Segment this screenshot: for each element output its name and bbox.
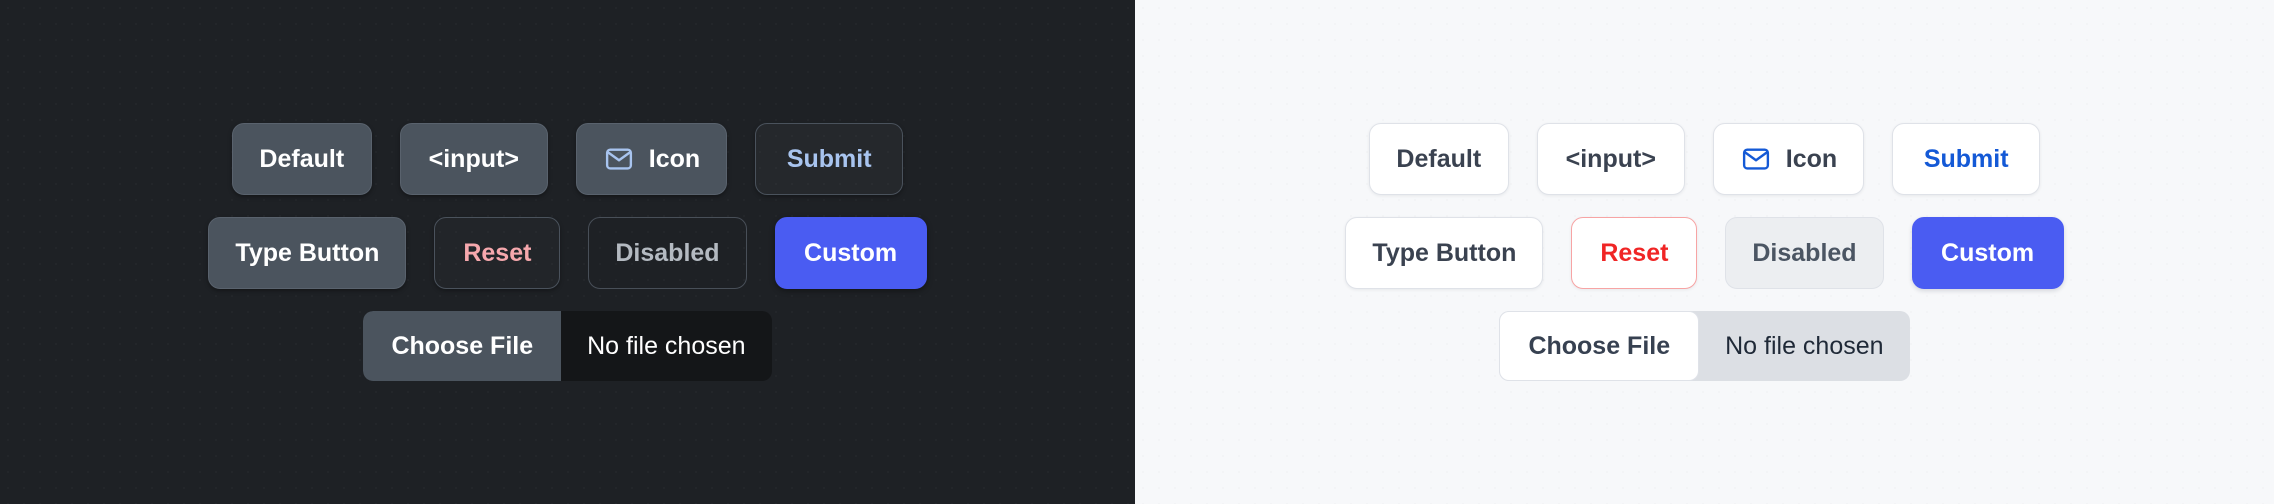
file-status-text: No file chosen [587,331,746,360]
light-custom-button[interactable]: Custom [1911,217,2064,289]
button-label: <input> [1565,144,1656,173]
dark-reset-button[interactable]: Reset [434,217,561,289]
button-label: Type Button [235,238,380,267]
button-label: Default [259,144,345,173]
dark-button-row-3: Choose File No file chosen [363,311,772,381]
dark-submit-button[interactable]: Submit [755,123,904,195]
light-file-input[interactable]: Choose File No file chosen [1499,311,1910,381]
dark-type-button[interactable]: Type Button [208,217,407,289]
dark-input-button[interactable]: <input> [399,123,548,195]
dark-disabled-button: Disabled [588,217,747,289]
button-label: Submit [1923,144,2009,173]
light-button-row-2: Type Button Reset Disabled Custom [1345,217,2064,289]
dark-file-input[interactable]: Choose File No file chosen [363,311,772,381]
envelope-icon [603,143,635,175]
light-button-row-3: Choose File No file chosen [1499,311,1910,381]
dark-button-row-1: Default <input> Icon Submit [231,123,904,195]
light-reset-button[interactable]: Reset [1571,217,1698,289]
light-disabled-button: Disabled [1725,217,1884,289]
button-label: Icon [1785,144,1838,173]
dark-theme-panel: Default <input> Icon Submit Type Button … [0,0,1135,504]
light-icon-button[interactable]: Icon [1712,123,1865,195]
dark-custom-button[interactable]: Custom [774,217,927,289]
dark-icon-button[interactable]: Icon [575,123,728,195]
light-submit-button[interactable]: Submit [1892,123,2041,195]
envelope-icon [1740,143,1772,175]
button-label: Disabled [1752,238,1857,267]
button-label: Disabled [615,238,720,267]
button-label: Custom [1941,238,2035,267]
button-label: Custom [804,238,898,267]
dark-button-row-2: Type Button Reset Disabled Custom [208,217,927,289]
button-label: Reset [463,238,532,267]
button-label: <input> [428,144,519,173]
light-button-row-1: Default <input> Icon Submit [1368,123,2041,195]
button-showcase: Default <input> Icon Submit Type Button … [0,0,2274,504]
button-label: Icon [648,144,701,173]
light-input-button[interactable]: <input> [1536,123,1685,195]
light-default-button[interactable]: Default [1368,123,1509,195]
button-label: Type Button [1372,238,1517,267]
light-theme-panel: Default <input> Icon Submit Type Button … [1135,0,2274,504]
dark-default-button[interactable]: Default [231,123,372,195]
light-type-button[interactable]: Type Button [1345,217,1544,289]
file-status-text: No file chosen [1725,331,1884,360]
button-label: Default [1396,144,1482,173]
choose-file-button[interactable]: Choose File [1499,311,1700,381]
choose-file-button[interactable]: Choose File [363,311,562,381]
button-label: Reset [1600,238,1669,267]
button-label: Submit [786,144,872,173]
